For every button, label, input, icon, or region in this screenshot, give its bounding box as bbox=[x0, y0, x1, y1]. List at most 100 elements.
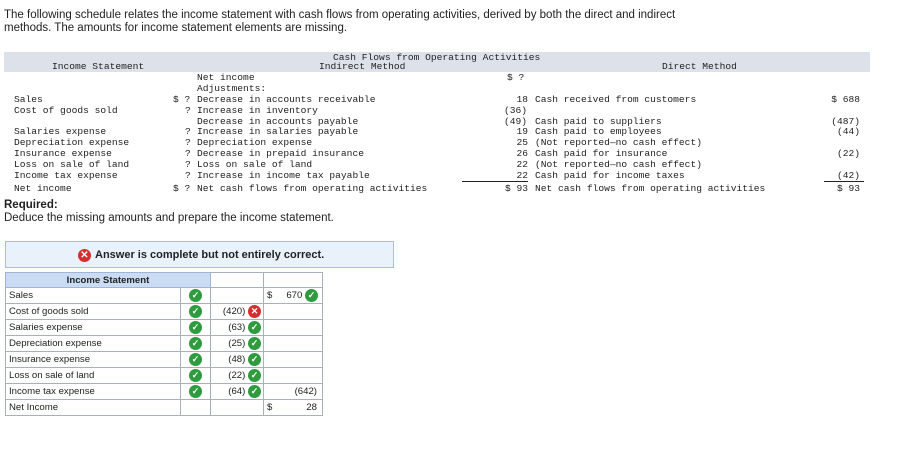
indirect-item: Depreciation expense bbox=[197, 137, 313, 148]
answer-income-statement: Income Statement Sales ✓ $ 670 ✓ Cost of… bbox=[5, 272, 323, 416]
amount-cell[interactable]: (25) ✓ bbox=[210, 335, 264, 352]
indirect-net-income-label: Net income bbox=[197, 72, 255, 83]
row-label[interactable]: Salaries expense bbox=[5, 319, 181, 336]
indirect-amount: 22 bbox=[516, 170, 528, 181]
amount-cell[interactable] bbox=[210, 399, 264, 416]
direct-item: Cash paid for income taxes bbox=[535, 170, 685, 181]
correct-check-icon: ✓ bbox=[305, 289, 318, 302]
feedback-banner: ✕ Answer is complete but not entirely co… bbox=[5, 241, 394, 268]
amount-cell[interactable]: (64) ✓ bbox=[210, 383, 264, 400]
required-label: Required: bbox=[4, 199, 58, 211]
amount-cell[interactable]: (63) ✓ bbox=[210, 319, 264, 336]
total-cell[interactable] bbox=[263, 319, 323, 336]
is-item: Income tax expense bbox=[14, 170, 118, 181]
indirect-amount: 22 bbox=[516, 159, 528, 170]
intro-line-1: The following schedule relates the incom… bbox=[4, 9, 676, 21]
answer-row: Sales ✓ $ 670 ✓ bbox=[5, 287, 323, 304]
row-label[interactable]: Income tax expense bbox=[5, 383, 181, 400]
is-amount: ? bbox=[185, 105, 191, 116]
schedule-header-income-statement: Income Statement bbox=[52, 61, 145, 72]
correct-check-icon: ✓ bbox=[189, 385, 202, 398]
instruction-text: Deduce the missing amounts and prepare t… bbox=[4, 212, 334, 224]
total-cell[interactable] bbox=[263, 303, 323, 320]
dollar-sign: $ bbox=[267, 290, 273, 301]
amount-cell[interactable] bbox=[210, 287, 264, 304]
indirect-adjustments-label: Adjustments: bbox=[197, 83, 267, 94]
indirect-item: Increase in salaries payable bbox=[197, 126, 359, 137]
correct-check-icon: ✓ bbox=[248, 353, 261, 366]
indirect-item: Increase in income tax payable bbox=[197, 170, 370, 181]
is-amount: ? bbox=[185, 126, 191, 137]
indirect-amount: (36) bbox=[504, 105, 528, 116]
is-item: Net income bbox=[14, 183, 72, 194]
direct-item: Cash paid to employees bbox=[535, 126, 662, 137]
direct-total-rule bbox=[824, 181, 864, 182]
row-label[interactable]: Cost of goods sold bbox=[5, 303, 181, 320]
correct-check-icon: ✓ bbox=[189, 321, 202, 334]
correct-check-icon: ✓ bbox=[248, 337, 261, 350]
row-label[interactable]: Sales bbox=[5, 287, 181, 304]
indirect-item: Loss on sale of land bbox=[197, 159, 313, 170]
answer-header-row: Income Statement bbox=[5, 272, 323, 288]
correct-check-icon: ✓ bbox=[248, 321, 261, 334]
incorrect-x-icon: ✕ bbox=[248, 305, 261, 318]
is-amount: $ ? bbox=[173, 183, 191, 194]
direct-amount: (44) bbox=[836, 126, 860, 137]
total-cell[interactable] bbox=[263, 351, 323, 368]
total-cell[interactable]: $ 28 bbox=[263, 399, 323, 416]
is-amount: ? bbox=[185, 137, 191, 148]
amount-cell[interactable]: (22) ✓ bbox=[210, 367, 264, 384]
schedule: Income Statement Cash Flows from Operati… bbox=[4, 52, 870, 198]
row-label[interactable]: Net Income bbox=[5, 399, 181, 416]
row-label[interactable]: Depreciation expense bbox=[5, 335, 181, 352]
indirect-amount: 25 bbox=[516, 137, 528, 148]
indirect-amount: 26 bbox=[516, 148, 528, 159]
direct-amount: $ 93 bbox=[836, 183, 860, 194]
direct-item: Net cash flows from operating activities bbox=[535, 183, 766, 194]
sales-total: 670 bbox=[286, 290, 303, 301]
answer-row: Net Income $ 28 bbox=[5, 399, 323, 416]
direct-amount: (42) bbox=[836, 170, 860, 181]
indirect-net-income-amount: $ ? bbox=[507, 72, 525, 83]
answer-row: Salaries expense ✓ (63) ✓ bbox=[5, 319, 323, 336]
indirect-total-rule bbox=[462, 181, 528, 182]
correct-check-icon: ✓ bbox=[189, 337, 202, 350]
expense-total: (642) bbox=[294, 386, 317, 397]
direct-amount: (22) bbox=[836, 148, 860, 159]
is-item: Cost of goods sold bbox=[14, 105, 118, 116]
total-cell[interactable]: (642) bbox=[263, 383, 323, 400]
schedule-header-direct: Direct Method bbox=[662, 61, 737, 72]
answer-row: Depreciation expense ✓ (25) ✓ bbox=[5, 335, 323, 352]
is-item: Salaries expense bbox=[14, 126, 107, 137]
correct-check-icon: ✓ bbox=[248, 385, 261, 398]
is-amount: ? bbox=[185, 159, 191, 170]
net-income-total: 28 bbox=[306, 402, 317, 413]
amount-cell[interactable]: (420) ✕ bbox=[210, 303, 264, 320]
indirect-amount: $ 93 bbox=[504, 183, 528, 194]
direct-item: Cash paid for insurance bbox=[535, 148, 668, 159]
schedule-header-indirect: Indirect Method bbox=[319, 61, 406, 72]
answer-row: Insurance expense ✓ (48) ✓ bbox=[5, 351, 323, 368]
direct-item: Cash received from customers bbox=[535, 94, 697, 105]
row-label[interactable]: Insurance expense bbox=[5, 351, 181, 368]
total-cell[interactable]: $ 670 ✓ bbox=[263, 287, 323, 304]
intro-line-2: methods. The amounts for income statemen… bbox=[4, 22, 348, 34]
total-cell[interactable] bbox=[263, 367, 323, 384]
is-item: Loss on sale of land bbox=[14, 159, 130, 170]
indirect-item: Net cash flows from operating activities bbox=[197, 183, 428, 194]
correct-check-icon: ✓ bbox=[248, 369, 261, 382]
is-item: Sales bbox=[14, 94, 43, 105]
answer-row: Cost of goods sold ✓ (420) ✕ bbox=[5, 303, 323, 320]
amount-cell[interactable]: (48) ✓ bbox=[210, 351, 264, 368]
dollar-sign: $ bbox=[267, 402, 273, 413]
correct-check-icon: ✓ bbox=[189, 289, 202, 302]
answer-row: Loss on sale of land ✓ (22) ✓ bbox=[5, 367, 323, 384]
row-label[interactable]: Loss on sale of land bbox=[5, 367, 181, 384]
problem-intro: The following schedule relates the incom… bbox=[4, 9, 724, 35]
indirect-amount: 19 bbox=[516, 126, 528, 137]
total-cell[interactable] bbox=[263, 335, 323, 352]
indirect-item: Increase in inventory bbox=[197, 105, 318, 116]
correct-check-icon: ✓ bbox=[189, 353, 202, 366]
direct-item: (Not reported—no cash effect) bbox=[535, 159, 702, 170]
is-amount: ? bbox=[185, 170, 191, 181]
